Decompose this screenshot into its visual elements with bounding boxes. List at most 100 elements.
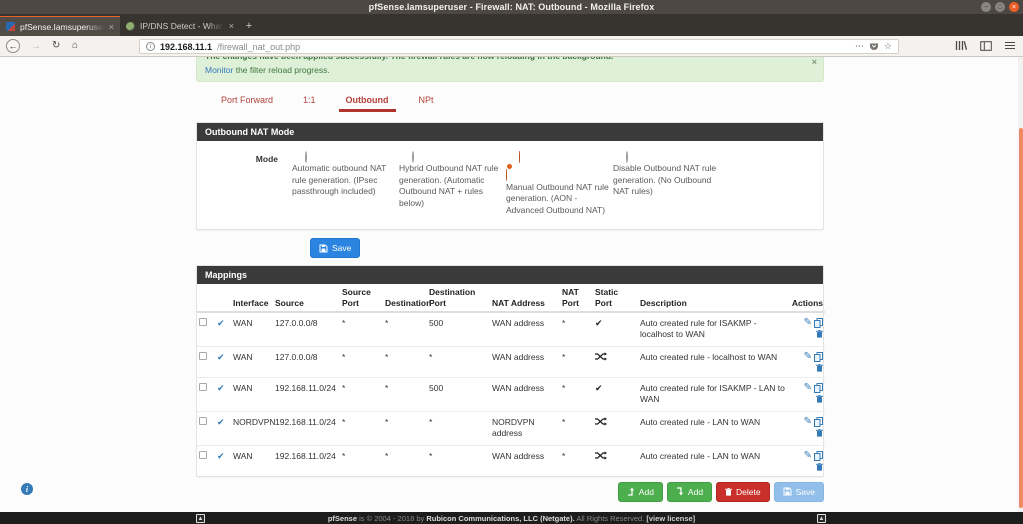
url-bar[interactable]: i 192.168.11.1 /firewall_nat_out.php ⋯ ☆ [139, 39, 899, 54]
radio-manual[interactable] [506, 151, 613, 181]
add-rule-bottom-button[interactable]: Add [667, 482, 712, 502]
save-mappings-button[interactable]: Save [774, 482, 824, 502]
mapping-row: ✔ WAN 127.0.0.0/8 * * * WAN address * ✔ [197, 346, 825, 377]
monitor-link[interactable]: Monitor [205, 65, 233, 75]
window-close-button[interactable]: × [1009, 2, 1019, 12]
window-titlebar[interactable]: pfSense.Iamsuperuser - Firewall: NAT: Ou… [0, 0, 1023, 14]
rule-enabled-icon[interactable]: ✔ [217, 384, 225, 394]
cell-destination-port: * [427, 411, 490, 445]
outbound-nat-mode-panel: Outbound NAT Mode Mode Automatic outboun… [196, 122, 824, 230]
copy-icon[interactable] [814, 318, 823, 328]
info-icon[interactable]: i [21, 483, 33, 495]
pocket-icon[interactable] [869, 42, 879, 52]
cell-source: 192.168.11.0/24 [273, 445, 340, 476]
edit-icon[interactable]: ✎ [804, 318, 812, 328]
browser-tab-bar: pfSense.Iamsuperuser - F × IP/DNS Detect… [0, 14, 1023, 36]
tab-1-1[interactable]: 1:1 [288, 91, 331, 112]
site-info-icon[interactable]: i [146, 42, 155, 51]
delete-icon[interactable] [816, 429, 823, 437]
delete-selected-button[interactable]: Delete [716, 482, 770, 502]
tab-close-icon[interactable]: × [109, 22, 114, 32]
add-button-label: Add [639, 487, 654, 497]
edit-icon[interactable]: ✎ [804, 383, 812, 393]
page-scrollbar[interactable] [1018, 57, 1023, 512]
forward-button[interactable]: → [31, 42, 41, 52]
add-rule-top-button[interactable]: Add [618, 482, 663, 502]
edit-icon[interactable]: ✎ [804, 451, 812, 461]
row-checkbox[interactable] [199, 318, 207, 326]
window-maximize-button[interactable]: □ [995, 2, 1005, 12]
tab-port-forward[interactable]: Port Forward [206, 91, 288, 112]
footer-right-icon[interactable]: ▲ [817, 514, 826, 523]
row-checkbox[interactable] [199, 352, 207, 360]
cell-nat-address: WAN address [490, 377, 560, 411]
edit-icon[interactable]: ✎ [804, 417, 812, 427]
mapping-row: ✔ WAN 192.168.11.0/24 * * 500 WAN addres… [197, 377, 825, 411]
add-button-label: Add [688, 487, 703, 497]
cell-source: 192.168.11.0/24 [273, 377, 340, 411]
new-tab-button[interactable]: + [240, 16, 258, 36]
url-path: /firewall_nat_out.php [217, 42, 300, 52]
save-icon [319, 244, 328, 253]
delete-button-label: Delete [736, 487, 761, 497]
edit-icon[interactable]: ✎ [804, 352, 812, 362]
copy-icon[interactable] [814, 417, 823, 427]
back-button[interactable]: ← [6, 39, 20, 53]
radio-disable[interactable] [626, 151, 628, 163]
mapping-row: ✔ NORDVPN 192.168.11.0/24 * * * NORDVPN … [197, 411, 825, 445]
cell-interface: WAN [231, 346, 273, 377]
tab-title: pfSense.Iamsuperuser - F [20, 22, 104, 32]
tab-npt[interactable]: NPt [404, 91, 449, 112]
row-checkbox[interactable] [199, 451, 207, 459]
delete-icon[interactable] [816, 395, 823, 403]
tab-close-icon[interactable]: × [229, 21, 234, 31]
delete-icon[interactable] [816, 463, 823, 471]
static-port-check-icon: ✔ [595, 384, 603, 394]
scrollbar-thumb[interactable] [1019, 128, 1023, 508]
view-license-link[interactable]: [view license] [646, 514, 695, 523]
mode-option-hybrid: Hybrid Outbound NAT rule generation. (Au… [399, 152, 506, 216]
page-content: The changes have been applied successful… [0, 57, 1018, 512]
cell-source-port: * [340, 411, 383, 445]
rule-enabled-icon[interactable]: ✔ [217, 452, 225, 462]
hamburger-menu-icon[interactable] [1005, 40, 1015, 51]
library-icon[interactable] [955, 40, 967, 51]
rule-enabled-icon[interactable]: ✔ [217, 353, 225, 363]
row-checkbox[interactable] [199, 417, 207, 425]
radio-automatic[interactable] [305, 151, 307, 163]
bookmark-star-icon[interactable]: ☆ [884, 41, 892, 52]
row-checkbox[interactable] [199, 383, 207, 391]
browser-tab-pfsense[interactable]: pfSense.Iamsuperuser - F × [0, 16, 120, 36]
nat-tabs: Port Forward 1:1 Outbound NPt [196, 91, 824, 112]
mode-field-label: Mode [197, 152, 292, 216]
reload-button[interactable]: ↻ [52, 41, 60, 51]
site-footer: ▲ pfSense is © 2004 - 2018 by Rubicon Co… [0, 512, 1023, 524]
mode-option-manual: Manual Outbound NAT rule generation. (AO… [506, 152, 613, 216]
cell-source: 192.168.11.0/24 [273, 411, 340, 445]
mode-option-text: Automatic outbound NAT rule generation. … [292, 163, 399, 197]
sidebar-toggle-icon[interactable] [980, 41, 992, 51]
page-actions-icon[interactable]: ⋯ [855, 41, 864, 52]
cell-nat-port: * [560, 312, 593, 346]
copy-icon[interactable] [814, 383, 823, 393]
radio-hybrid[interactable] [412, 151, 414, 163]
copy-icon[interactable] [814, 352, 823, 362]
mode-option-disable: Disable Outbound NAT rule generation. (N… [613, 152, 720, 216]
col-source-port: Source Port [340, 284, 383, 311]
home-button[interactable]: ⌂ [72, 41, 78, 51]
alert-close-icon[interactable]: × [812, 57, 817, 67]
delete-icon[interactable] [816, 330, 823, 338]
delete-icon[interactable] [816, 364, 823, 372]
cell-source-port: * [340, 445, 383, 476]
tab-outbound[interactable]: Outbound [331, 91, 404, 112]
cell-destination: * [383, 411, 427, 445]
cell-destination: * [383, 445, 427, 476]
success-alert: The changes have been applied successful… [196, 57, 824, 82]
browser-tab-ipdns[interactable]: IP/DNS Detect - What is y × [120, 16, 240, 36]
rule-enabled-icon[interactable]: ✔ [217, 319, 225, 329]
cell-interface: WAN [231, 445, 273, 476]
window-minimize-button[interactable]: − [981, 2, 991, 12]
copy-icon[interactable] [814, 451, 823, 461]
rule-enabled-icon[interactable]: ✔ [217, 418, 225, 428]
save-button[interactable]: Save [310, 238, 360, 258]
